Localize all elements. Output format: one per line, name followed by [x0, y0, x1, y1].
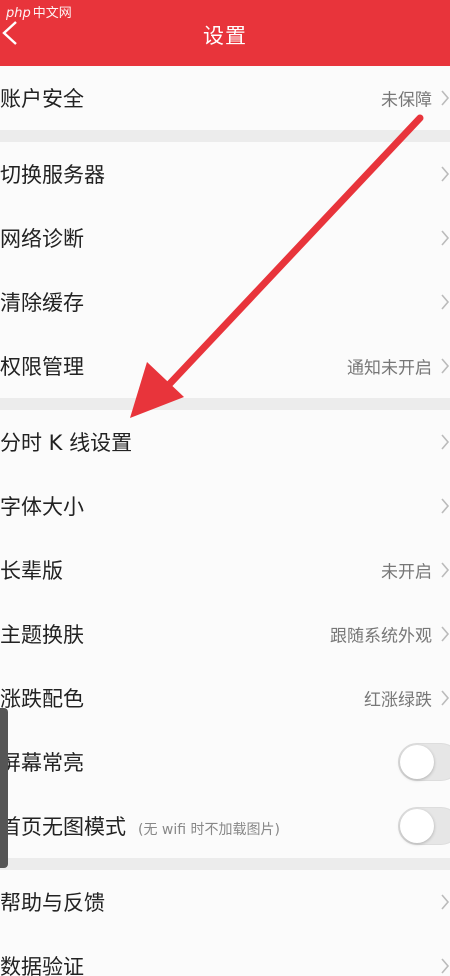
row-label: 首页无图模式 (无 wifi 时不加载图片): [0, 811, 280, 841]
chevron-right-icon: [441, 166, 450, 182]
toggle-knob: [400, 809, 434, 843]
chevron-right-icon: [441, 562, 450, 578]
row-help-feedback[interactable]: 帮助与反馈: [0, 870, 450, 934]
row-account-security[interactable]: 账户安全 未保障: [0, 66, 450, 130]
row-network-diagnosis[interactable]: 网络诊断: [0, 206, 450, 270]
row-clear-cache[interactable]: 清除缓存: [0, 270, 450, 334]
chevron-right-icon: [441, 358, 450, 374]
side-handle: [0, 708, 8, 868]
row-screen-always-on: 屏幕常亮: [0, 730, 450, 794]
row-label: 数据验证: [0, 955, 84, 976]
chevron-right-icon: [441, 230, 450, 246]
row-value: 未开启: [381, 562, 432, 583]
row-elder-mode[interactable]: 长辈版 未开启: [0, 538, 450, 602]
row-label: 字体大小: [0, 495, 84, 519]
no-image-mode-toggle[interactable]: [398, 807, 450, 845]
screen-always-on-toggle[interactable]: [398, 743, 450, 781]
row-color-scheme[interactable]: 涨跌配色 红涨绿跌: [0, 666, 450, 730]
row-label: 帮助与反馈: [0, 891, 105, 915]
row-label: 网络诊断: [0, 227, 84, 251]
row-label: 切换服务器: [0, 163, 105, 187]
settings-list: 账户安全 未保障 切换服务器 网络诊断 清除缓存 权限管理 通知未开启 分时 K…: [0, 66, 450, 976]
row-hint: (无 wifi 时不加载图片): [138, 822, 280, 838]
chevron-right-icon: [441, 294, 450, 310]
row-label: 账户安全: [0, 87, 84, 111]
row-label: 权限管理: [0, 355, 84, 379]
chevron-right-icon: [441, 894, 450, 910]
row-label: 清除缓存: [0, 291, 84, 315]
row-theme[interactable]: 主题换肤 跟随系统外观: [0, 602, 450, 666]
row-label: 屏幕常亮: [0, 751, 84, 775]
row-switch-server[interactable]: 切换服务器: [0, 142, 450, 206]
chevron-right-icon: [441, 434, 450, 450]
chevron-right-icon: [441, 90, 450, 106]
row-value: 跟随系统外观: [330, 626, 432, 647]
row-value: 未保障: [381, 90, 432, 111]
row-data-verification[interactable]: 数据验证: [0, 934, 450, 976]
section-divider: [0, 130, 450, 142]
toggle-knob: [400, 745, 434, 779]
row-value: 红涨绿跌: [364, 690, 432, 711]
row-value: 通知未开启: [347, 358, 432, 379]
top-bar: php 中文网 设置: [0, 0, 450, 66]
row-no-image-mode: 首页无图模式 (无 wifi 时不加载图片): [0, 794, 450, 858]
row-permission-management[interactable]: 权限管理 通知未开启: [0, 334, 450, 398]
row-label: 分时 K 线设置: [0, 431, 133, 455]
row-label: 主题换肤: [0, 623, 84, 647]
row-label: 长辈版: [0, 559, 63, 583]
row-label-text: 首页无图模式: [0, 815, 126, 839]
chevron-right-icon: [441, 690, 450, 706]
chevron-right-icon: [441, 626, 450, 642]
row-label: 涨跌配色: [0, 687, 84, 711]
chevron-right-icon: [441, 958, 450, 974]
page-title: 设置: [203, 24, 247, 48]
row-font-size[interactable]: 字体大小: [0, 474, 450, 538]
section-divider: [0, 858, 450, 870]
row-kline-settings[interactable]: 分时 K 线设置: [0, 410, 450, 474]
section-divider: [0, 398, 450, 410]
watermark-cn: 中文网: [32, 6, 72, 21]
chevron-right-icon: [441, 498, 450, 514]
